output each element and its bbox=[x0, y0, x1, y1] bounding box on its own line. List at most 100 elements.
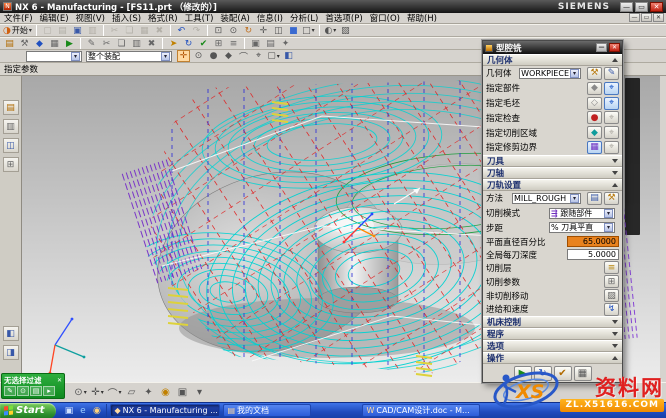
cut-icon[interactable]: ✂ bbox=[108, 25, 121, 37]
snap-face-icon[interactable]: ▢▾ bbox=[267, 50, 280, 62]
restore-button[interactable]: ▭ bbox=[635, 2, 648, 12]
snap-point-icon[interactable]: ✛ bbox=[177, 50, 190, 62]
zoom-view-icon[interactable]: ⊙ bbox=[227, 25, 240, 37]
start-application-icon[interactable]: ◑开始▾ bbox=[3, 25, 32, 37]
menu-item[interactable]: 工具(T) bbox=[185, 14, 214, 24]
expand-arrow-icon[interactable] bbox=[612, 171, 618, 175]
select-trim-boundary-icon[interactable]: ▦ bbox=[587, 141, 602, 154]
section-program[interactable]: 程序 bbox=[483, 328, 622, 340]
create-method-icon[interactable]: ▦ bbox=[48, 38, 61, 50]
part-navigator-icon[interactable]: ◫ bbox=[3, 138, 19, 153]
shaded-view-icon[interactable]: ■ bbox=[287, 25, 300, 37]
cut-pattern-combo[interactable]: ⇶ 跟随部件 ▾ bbox=[549, 208, 615, 219]
dialog-title-bar[interactable]: 型腔铣 — ✕ bbox=[483, 41, 622, 54]
paste-icon[interactable]: ▦ bbox=[138, 25, 151, 37]
cut-object-icon[interactable]: ✂ bbox=[100, 38, 113, 50]
menu-item[interactable]: 文件(F) bbox=[4, 14, 33, 24]
material-ball-icon[interactable]: ◉ bbox=[158, 385, 173, 400]
select-cut-area-icon[interactable]: ◆ bbox=[587, 126, 602, 139]
snapshot-icon[interactable]: ◫ bbox=[272, 25, 285, 37]
edit-method-icon[interactable]: ⚒ bbox=[604, 192, 619, 205]
menu-item[interactable]: 插入(S) bbox=[112, 14, 141, 24]
open-file-icon[interactable]: ▤ bbox=[56, 25, 69, 37]
mdi-minimize-button[interactable]: — bbox=[629, 13, 640, 22]
section-tool[interactable]: 刀具 bbox=[483, 155, 622, 167]
collapse-arrow-icon[interactable] bbox=[612, 183, 618, 187]
snap-arc-center-icon[interactable]: ⌒ bbox=[237, 50, 250, 62]
postprocess-icon[interactable]: ⊞ bbox=[212, 38, 225, 50]
taskbar-task-word[interactable]: W CAD/CAM设计.doc - M... bbox=[362, 404, 480, 417]
select-check-icon[interactable]: ● bbox=[587, 111, 602, 124]
machine-simulation-icon[interactable]: ▣ bbox=[249, 38, 262, 50]
layer-settings-icon[interactable]: ▧ bbox=[339, 25, 352, 37]
section-machine-control[interactable]: 机床控制 bbox=[483, 316, 622, 328]
toolpath-editor-icon[interactable]: ✦ bbox=[279, 38, 292, 50]
create-program-icon[interactable]: ▤ bbox=[3, 38, 16, 50]
start-button[interactable]: Start bbox=[0, 403, 56, 418]
delete-icon[interactable]: ✖ bbox=[153, 25, 166, 37]
capture-tool-panel[interactable]: 无选择过滤 ✕ ✎⊙▤▸ bbox=[1, 373, 65, 399]
create-tool-icon[interactable]: ⚒ bbox=[18, 38, 31, 50]
fit-view-icon[interactable]: ⊡ bbox=[212, 25, 225, 37]
capture-magnifier-icon[interactable]: ⊙ bbox=[17, 386, 29, 396]
display-part-icon[interactable]: ⌖ bbox=[604, 82, 619, 95]
shop-documentation-icon[interactable]: ▤ bbox=[264, 38, 277, 50]
plus-tool-icon[interactable]: ✛▾ bbox=[90, 385, 105, 400]
copy-object-icon[interactable]: ❏ bbox=[115, 38, 128, 50]
collapse-arrow-icon[interactable] bbox=[612, 356, 618, 360]
display-cut-area-icon[interactable]: ⌖ bbox=[604, 126, 619, 139]
section-actions[interactable]: 操作 bbox=[483, 352, 622, 364]
delete-object-icon[interactable]: ✖ bbox=[145, 38, 158, 50]
new-file-icon[interactable]: ▢ bbox=[41, 25, 54, 37]
type-filter-combo[interactable]: ▾ bbox=[26, 51, 82, 62]
roles-palette-icon[interactable]: ◧ bbox=[3, 326, 19, 341]
collapse-arrow-icon[interactable] bbox=[612, 58, 618, 62]
chevron-down-icon[interactable]: ▾ bbox=[604, 223, 613, 232]
redo-icon[interactable]: ↷ bbox=[190, 25, 203, 37]
capture-play-icon[interactable]: ▸ bbox=[43, 386, 55, 396]
save-file-icon[interactable]: ▣ bbox=[71, 25, 84, 37]
paste-object-icon[interactable]: ▥ bbox=[130, 38, 143, 50]
orient-view-icon[interactable]: ◐▾ bbox=[324, 25, 337, 37]
section-path-settings[interactable]: 刀轨设置 bbox=[483, 179, 622, 191]
history-palette-icon[interactable]: ◨ bbox=[3, 345, 19, 360]
more-options-icon[interactable]: ▾ bbox=[192, 385, 207, 400]
taskbar-task-documents[interactable]: ▤ 我的文档 bbox=[223, 404, 311, 417]
edit-geometry-icon[interactable]: ✎ bbox=[604, 67, 619, 80]
mdi-close-button[interactable]: ✕ bbox=[653, 13, 664, 22]
snap-intersection-icon[interactable]: ◆ bbox=[222, 50, 235, 62]
chevron-down-icon[interactable]: ▾ bbox=[604, 209, 613, 218]
constraint-navigator-icon[interactable]: ▥ bbox=[3, 119, 19, 134]
media-player-icon[interactable]: ◉ bbox=[90, 404, 103, 417]
render-box-icon[interactable]: ▣ bbox=[175, 385, 190, 400]
snap-midpoint-icon[interactable]: ● bbox=[207, 50, 220, 62]
menu-item[interactable]: 编辑(E) bbox=[40, 14, 69, 24]
point-dialog-icon[interactable]: ⊙▾ bbox=[73, 385, 88, 400]
percent-flat-input[interactable] bbox=[567, 236, 619, 247]
list-toolpath-icon[interactable]: ≡ bbox=[227, 38, 240, 50]
minimize-button[interactable]: — bbox=[620, 2, 633, 12]
expand-arrow-icon[interactable] bbox=[612, 320, 618, 324]
snap-endpoint-icon[interactable]: ⊙ bbox=[192, 50, 205, 62]
menu-item[interactable]: 格式(R) bbox=[148, 14, 178, 24]
undo-icon[interactable]: ↶ bbox=[175, 25, 188, 37]
select-part-icon[interactable]: ◆ bbox=[587, 82, 602, 95]
taskbar-task-nx[interactable]: ◆ NX 6 - Manufacturing ... bbox=[110, 404, 220, 417]
capture-grid-icon[interactable]: ▤ bbox=[30, 386, 42, 396]
method-combo[interactable]: MILL_ROUGH ▾ bbox=[512, 193, 581, 204]
menu-item[interactable]: 帮助(H) bbox=[407, 14, 437, 24]
menu-item[interactable]: 信息(I) bbox=[257, 14, 283, 24]
expand-arrow-icon[interactable] bbox=[612, 159, 618, 163]
display-trim-boundary-icon[interactable]: ⌖ bbox=[604, 141, 619, 154]
show-desktop-icon[interactable]: ▣ bbox=[62, 404, 75, 417]
rotate-view-icon[interactable]: ↻ bbox=[242, 25, 255, 37]
depth-per-cut-input[interactable] bbox=[567, 249, 619, 260]
menu-item[interactable]: 首选项(P) bbox=[325, 14, 362, 24]
chevron-down-icon[interactable]: ▾ bbox=[570, 194, 579, 203]
replay-toolpath-icon[interactable]: ↻ bbox=[182, 38, 195, 50]
display-check-icon[interactable]: ⌖ bbox=[604, 111, 619, 124]
menu-item[interactable]: 装配(A) bbox=[220, 14, 249, 24]
pan-view-icon[interactable]: ✛ bbox=[257, 25, 270, 37]
dialog-minimize-button[interactable]: — bbox=[596, 43, 607, 52]
create-geometry-icon[interactable]: ◆ bbox=[33, 38, 46, 50]
